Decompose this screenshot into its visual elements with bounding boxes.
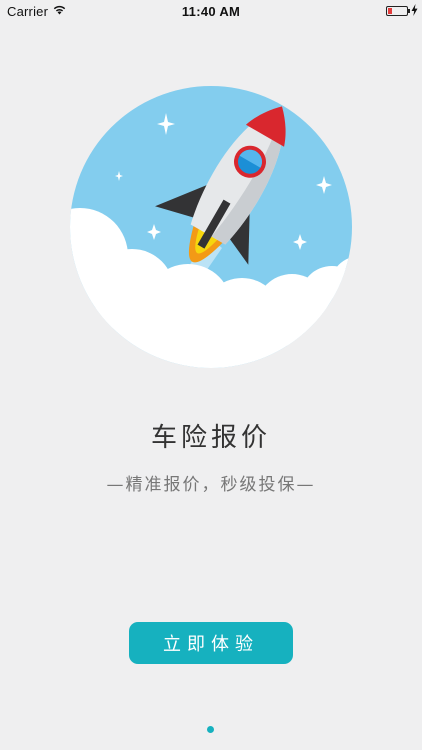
battery-level <box>388 8 392 14</box>
page-title: 车险报价 <box>150 423 271 453</box>
page-indicator-dot[interactable] <box>207 726 214 733</box>
status-bar: Carrier 11:40 AM <box>0 0 422 24</box>
try-now-button[interactable]: 立即体验 <box>129 622 293 664</box>
clock: 11:40 AM <box>181 4 241 19</box>
page-subtitle: —精准报价，秒级投保— <box>106 475 316 495</box>
battery-icon <box>386 6 410 16</box>
rocket-illustration <box>70 86 352 368</box>
charging-bolt-icon <box>411 4 418 16</box>
